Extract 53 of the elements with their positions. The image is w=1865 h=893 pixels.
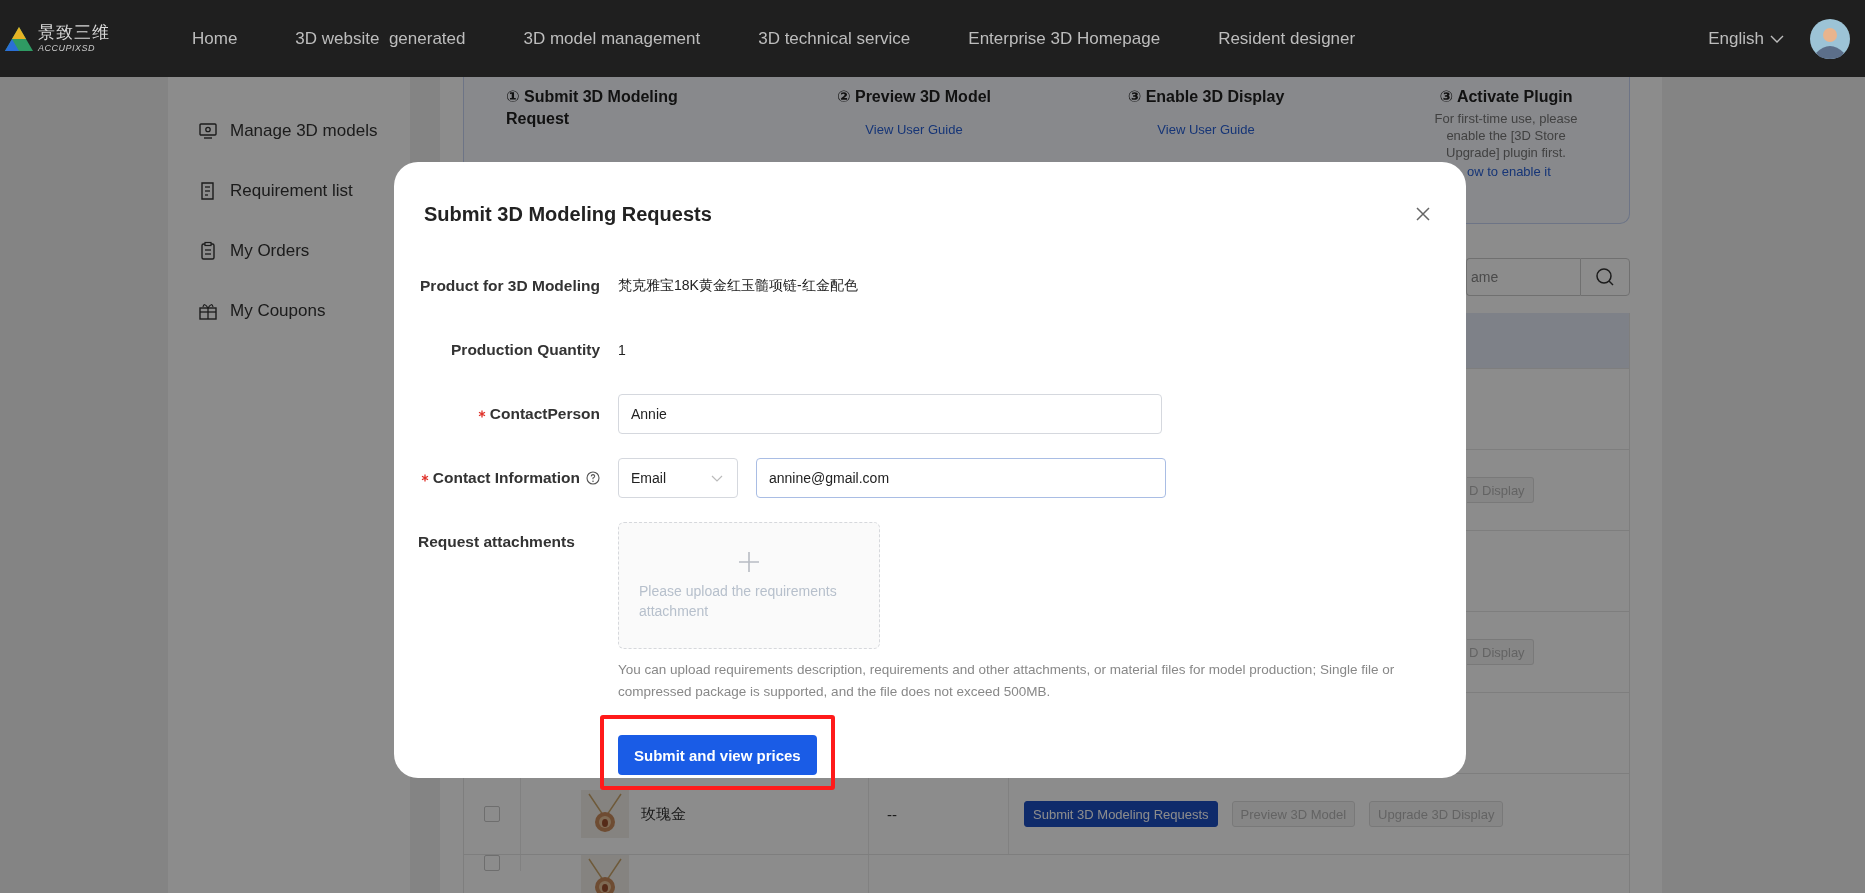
contact-type-select[interactable]: Email bbox=[618, 458, 738, 498]
modal-title: Submit 3D Modeling Requests bbox=[424, 202, 712, 226]
nav-link[interactable]: 3D technical service bbox=[758, 28, 911, 49]
step-title: ③ Enable 3D Display bbox=[1127, 87, 1285, 107]
close-icon[interactable] bbox=[1416, 207, 1430, 221]
logo-name: 景致三维 bbox=[38, 24, 110, 41]
sidebar-link[interactable]: My Coupons bbox=[230, 301, 326, 321]
search-icon[interactable] bbox=[1595, 267, 1615, 287]
nav-link[interactable]: Enterprise 3D Homepage bbox=[968, 28, 1161, 49]
guide-link[interactable]: View User Guide bbox=[865, 122, 963, 137]
logo-subtitle: ACCUPIXSD bbox=[38, 44, 96, 53]
row-checkbox[interactable] bbox=[484, 855, 500, 871]
step-title: ① Submit 3D Modeling Request bbox=[506, 87, 679, 129]
guide-link[interactable]: View User Guide bbox=[1157, 122, 1255, 137]
guide-link[interactable]: ow to enable it bbox=[1467, 164, 1551, 179]
field-label: Product for 3D Modeling bbox=[420, 277, 600, 295]
step-note: For first-time use, please enable the [3D Store Upgrade] plugin first. bbox=[1433, 110, 1579, 161]
submit-button[interactable]: Submit and view prices bbox=[618, 735, 817, 775]
upload-hint: Please upload the requirements attachment bbox=[639, 581, 838, 621]
chevron-icon bbox=[1770, 34, 1784, 43]
nav-link[interactable]: Home bbox=[192, 28, 238, 49]
plus-icon bbox=[738, 550, 760, 573]
nav-link[interactable]: Resident designer bbox=[1218, 28, 1356, 49]
sidebar-link[interactable]: My Orders bbox=[230, 241, 310, 261]
upload-description: You can upload requirements description, requirements and other attachments, or material files for model production; Single file or compressed package is supported, and the file does not exceed 500MB. bbox=[618, 661, 1396, 701]
contact-person-field[interactable]: Annie bbox=[618, 394, 1162, 434]
table-cell: -- bbox=[887, 805, 897, 823]
nav-link[interactable]: 3D website generated bbox=[295, 28, 466, 49]
field-label: Contact Information bbox=[432, 469, 580, 487]
contact-info-field[interactable]: annine@gmail.com bbox=[756, 458, 1166, 498]
gift-icon bbox=[198, 301, 218, 321]
logo-icon[interactable] bbox=[4, 25, 34, 52]
help-icon[interactable] bbox=[586, 471, 600, 485]
step-title: ③ Activate Plugin bbox=[1439, 87, 1573, 107]
field-label: Production Quantity bbox=[451, 341, 600, 359]
field-value: 梵克雅宝18K黄金红玉髓项链-红金配色 bbox=[618, 277, 858, 295]
language-selector[interactable]: English bbox=[1708, 28, 1784, 49]
field-value: 1 bbox=[618, 342, 626, 358]
nav-link[interactable]: 3D model management bbox=[523, 28, 701, 49]
chevron-icon bbox=[711, 474, 723, 482]
monitor-icon bbox=[198, 121, 218, 141]
clipboard-icon bbox=[198, 241, 218, 261]
search-field[interactable]: ame bbox=[1466, 258, 1580, 296]
field-label: Request attachments bbox=[418, 533, 575, 551]
sidebar-link[interactable]: Manage 3D models bbox=[230, 121, 378, 141]
avatar-icon[interactable] bbox=[1810, 18, 1850, 59]
row-checkbox[interactable] bbox=[484, 806, 500, 822]
sidebar-link[interactable]: Requirement list bbox=[230, 181, 353, 201]
product-name: 玫瑰金 bbox=[641, 804, 686, 824]
field-label: ContactPerson bbox=[489, 405, 600, 423]
search-button[interactable] bbox=[1580, 258, 1630, 296]
row-action-button[interactable]: Submit 3D Modeling Requests bbox=[1024, 801, 1218, 827]
step-title: ② Preview 3D Model bbox=[836, 87, 991, 107]
